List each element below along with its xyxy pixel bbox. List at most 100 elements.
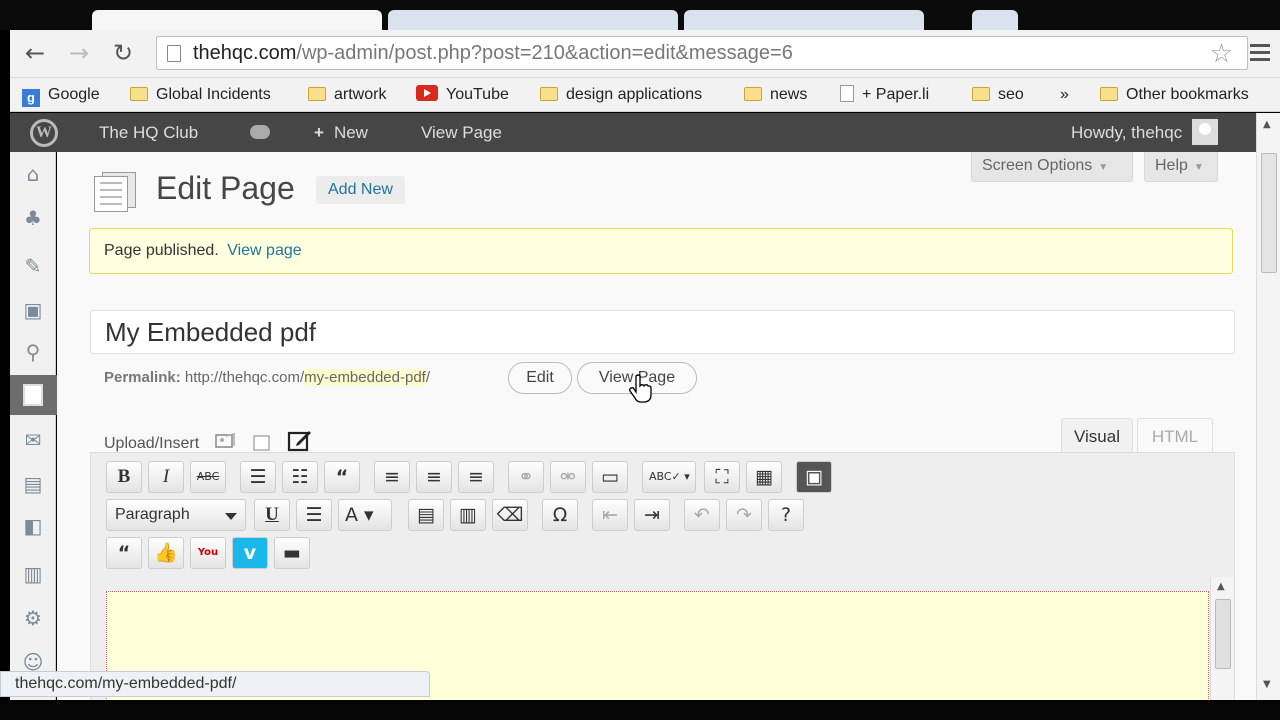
help-tab[interactable]: Help ▼ xyxy=(1144,152,1218,182)
outdent-icon[interactable]: ⇤ xyxy=(592,499,628,531)
notice-view-page-link[interactable]: View page xyxy=(227,242,301,259)
screen-options-tab[interactable]: Screen Options ▼ xyxy=(971,152,1133,182)
clear-formatting-icon[interactable]: ⌫ xyxy=(492,499,528,531)
edit-square-icon[interactable] xyxy=(287,428,313,452)
scroll-thumb[interactable] xyxy=(1215,599,1231,669)
kitchen-sink-icon[interactable]: ▦ xyxy=(746,461,782,493)
checkbox-icon[interactable] xyxy=(252,434,272,452)
facebook-like-icon[interactable]: 👍 xyxy=(148,537,184,569)
widgets-icon[interactable]: ▥ xyxy=(21,562,45,586)
help-question-icon[interactable]: ? xyxy=(768,499,804,531)
browser-tab[interactable] xyxy=(684,10,924,32)
paste-text-icon[interactable]: ▤ xyxy=(408,499,444,531)
tab-visual[interactable]: Visual xyxy=(1061,418,1133,454)
folder-icon xyxy=(130,87,148,101)
reload-icon[interactable]: ↻ xyxy=(108,38,138,68)
appearance-icon[interactable]: ◧ xyxy=(21,514,45,538)
table-icon[interactable]: ▤ xyxy=(21,472,45,496)
media-icon[interactable]: ▣ xyxy=(21,298,45,322)
page-scrollbar[interactable]: ▲ ▼ xyxy=(1256,113,1280,700)
strikethrough-icon[interactable]: ABC xyxy=(190,461,226,493)
bookmark-design-applications[interactable]: design applications xyxy=(540,83,702,107)
bookmark-seo[interactable]: seo xyxy=(972,83,1024,107)
youtube-embed-icon[interactable]: You xyxy=(190,537,226,569)
browser-tab[interactable] xyxy=(388,10,678,32)
links-icon[interactable]: ⚲ xyxy=(21,340,45,364)
dashboard-home-icon[interactable]: ⌂ xyxy=(21,162,45,186)
special-character-icon[interactable]: Ω xyxy=(542,499,578,531)
tab-html[interactable]: HTML xyxy=(1137,418,1213,454)
comments-icon[interactable]: ✉ xyxy=(21,428,45,452)
admin-bar-site-name[interactable]: The HQ Club xyxy=(99,113,198,152)
paste-word-icon[interactable]: ▥ xyxy=(450,499,486,531)
bookmark-star-icon[interactable]: ☆ xyxy=(1210,39,1233,69)
jetpack-icon[interactable]: ♣ xyxy=(21,206,45,230)
insert-link-icon[interactable]: ⚭ xyxy=(508,461,544,493)
posts-pin-icon[interactable]: ✎ xyxy=(21,254,45,278)
permalink-edit-button[interactable]: Edit xyxy=(508,362,572,394)
align-right-icon[interactable]: ≡ xyxy=(458,461,494,493)
page-title: Edit Page xyxy=(156,170,295,206)
comments-bubble-icon[interactable] xyxy=(250,113,270,152)
browser-toolbar: ← → ↻ thehqc.com/wp-admin/post.php?post=… xyxy=(10,30,1280,78)
admin-bar-new[interactable]: + New xyxy=(314,113,368,152)
indent-icon[interactable]: ⇥ xyxy=(634,499,670,531)
folder-icon xyxy=(540,87,558,101)
link-status-bar: thehqc.com/my-embedded-pdf/ xyxy=(0,671,430,697)
bold-icon[interactable]: B xyxy=(106,461,142,493)
add-new-button[interactable]: Add New xyxy=(316,176,405,204)
bookmark-google[interactable]: g Google xyxy=(22,83,100,107)
bookmark-global-incidents[interactable]: Global Incidents xyxy=(130,83,271,107)
permalink-base: http://thehqc.com/ xyxy=(184,369,305,386)
vimeo-embed-icon[interactable]: v xyxy=(232,537,268,569)
scroll-up-icon[interactable]: ▲ xyxy=(1263,119,1271,130)
back-arrow-icon[interactable]: ← xyxy=(20,38,50,68)
blockquote-icon[interactable]: “ xyxy=(324,461,360,493)
numbered-list-icon[interactable]: ☷ xyxy=(282,461,318,493)
bookmark-artwork[interactable]: artwork xyxy=(308,83,386,107)
folder-icon xyxy=(744,87,762,101)
address-url[interactable]: thehqc.com/wp-admin/post.php?post=210&ac… xyxy=(193,42,793,65)
bookmark-label: Global Incidents xyxy=(156,86,271,103)
format-select[interactable]: Paragraph xyxy=(106,499,246,531)
redo-icon[interactable]: ↷ xyxy=(726,499,762,531)
text-color-icon[interactable]: A ▾ xyxy=(338,499,392,531)
underline-icon[interactable]: U xyxy=(254,499,290,531)
bookmarks-overflow-chevron[interactable]: » xyxy=(1060,83,1069,107)
help-label: Help xyxy=(1155,157,1188,174)
chevron-down-icon: ▼ xyxy=(1098,162,1109,173)
bookmark-youtube[interactable]: YouTube xyxy=(416,83,509,107)
bullet-list-icon[interactable]: ☰ xyxy=(240,461,276,493)
align-left-icon[interactable]: ≡ xyxy=(374,461,410,493)
new-tab-button[interactable] xyxy=(972,10,1018,32)
bookmark-paper-li[interactable]: + Paper.li xyxy=(840,83,929,107)
chrome-menu-icon[interactable] xyxy=(1250,44,1270,62)
admin-bar-account[interactable]: Howdy, thehqc xyxy=(1071,113,1219,152)
page-scroll-thumb[interactable] xyxy=(1261,153,1277,273)
browser-tab-active[interactable] xyxy=(92,10,382,32)
undo-icon[interactable]: ↶ xyxy=(684,499,720,531)
bookmark-other-bookmarks[interactable]: Other bookmarks xyxy=(1100,83,1249,107)
justify-icon[interactable]: ☰ xyxy=(296,499,332,531)
insert-more-icon[interactable]: ▭ xyxy=(592,461,628,493)
plugins-icon[interactable]: ⚙ xyxy=(21,606,45,630)
editor-scrollbar[interactable]: ▲ xyxy=(1210,577,1234,700)
align-center-icon[interactable]: ≡ xyxy=(416,461,452,493)
forward-arrow-icon[interactable]: → xyxy=(64,38,94,68)
bookmark-news[interactable]: news xyxy=(744,83,807,107)
unlink-icon[interactable]: ⚮ xyxy=(550,461,586,493)
scroll-down-icon[interactable]: ▼ xyxy=(1263,679,1271,690)
fullscreen-icon[interactable]: ⛶ xyxy=(704,461,740,493)
admin-side-menu: ⌂ ♣ ✎ ▣ ⚲ ✉ ▤ ◧ ▥ ⚙ ☺ xyxy=(10,152,82,700)
admin-bar-view-page[interactable]: View Page xyxy=(421,113,502,152)
embed-box-icon[interactable]: ▬ xyxy=(274,537,310,569)
spellcheck-icon[interactable]: ABC✓ ▾ xyxy=(642,461,696,493)
italic-icon[interactable]: I xyxy=(148,461,184,493)
wordpress-logo-icon[interactable]: W xyxy=(30,119,58,147)
post-title-input[interactable]: My Embedded pdf xyxy=(90,310,1235,354)
address-bar[interactable]: thehqc.com/wp-admin/post.php?post=210&ac… xyxy=(156,36,1248,70)
quote-shortcode-icon[interactable]: “ xyxy=(106,537,142,569)
photo-gallery-icon[interactable]: ▣ xyxy=(796,461,832,493)
add-media-icon[interactable] xyxy=(214,432,238,452)
scroll-up-icon[interactable]: ▲ xyxy=(1217,581,1225,592)
